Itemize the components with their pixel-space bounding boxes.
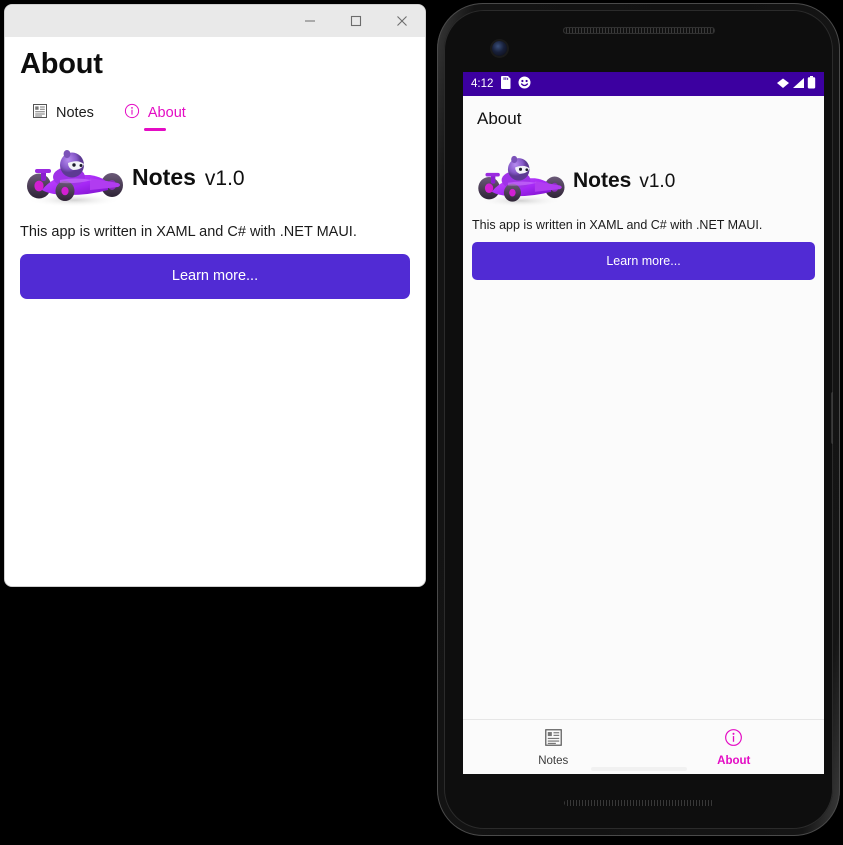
app-name: Notes	[132, 164, 196, 191]
dotnet-bot-race-car-logo	[472, 153, 569, 209]
screenshot-root: About Notes About Notes v1.0 This app is…	[0, 0, 843, 845]
desktop-tab-bar: Notes About	[20, 103, 410, 131]
phone-screen: 4:12 About Notes v1.0 This app is writte…	[463, 72, 824, 774]
phone-bezel: 4:12 About Notes v1.0 This app is writte…	[444, 10, 833, 829]
maximize-button[interactable]	[333, 5, 379, 37]
minimize-button[interactable]	[287, 5, 333, 37]
tab-about-underline	[143, 127, 166, 131]
sd-card-icon	[500, 76, 511, 92]
tab-about-label: About	[717, 754, 751, 767]
android-phone-device: 4:12 About Notes v1.0 This app is writte…	[437, 3, 840, 836]
dotnet-bot-race-car-logo	[20, 147, 128, 209]
tab-notes-label: Notes	[538, 754, 569, 767]
close-button[interactable]	[379, 5, 425, 37]
app-version: v1.0	[204, 167, 245, 191]
tab-about[interactable]: About	[644, 720, 825, 774]
phone-content-area: Notes v1.0 This app is written in XAML a…	[463, 142, 824, 719]
info-circle-icon	[124, 103, 140, 124]
tab-about-label: About	[147, 105, 186, 122]
page-title: About	[20, 48, 103, 80]
wifi-icon	[776, 77, 790, 92]
app-bar-title: About	[477, 109, 522, 128]
power-button[interactable]	[831, 392, 833, 444]
app-version: v1.0	[639, 171, 676, 192]
earpiece-speaker-grille	[562, 27, 715, 34]
status-bar-clock: 4:12	[471, 78, 494, 90]
window-body: About Notes About Notes v1.0 This app is…	[5, 37, 425, 586]
tab-notes-underline	[52, 128, 74, 131]
tab-notes[interactable]: Notes	[463, 720, 644, 774]
emoji-smiley-icon	[518, 76, 531, 92]
info-circle-icon	[724, 728, 743, 752]
learn-more-button[interactable]: Learn more...	[20, 253, 410, 299]
about-hero: Notes v1.0	[472, 153, 815, 209]
battery-icon	[807, 76, 816, 92]
learn-more-button[interactable]: Learn more...	[472, 242, 815, 280]
window-titlebar[interactable]	[5, 5, 425, 37]
android-bottom-tab-bar: Notes About	[463, 719, 824, 774]
app-description: This app is written in XAML and C# with …	[472, 218, 763, 232]
tab-notes-label: Notes	[56, 105, 94, 122]
bottom-speaker-grille	[563, 800, 714, 806]
android-status-bar: 4:12	[463, 72, 824, 96]
tab-about[interactable]: About	[124, 103, 186, 131]
about-hero: Notes v1.0	[20, 147, 410, 209]
tab-notes[interactable]: Notes	[32, 103, 94, 131]
front-camera-icon	[492, 41, 507, 56]
desktop-app-window: About Notes About Notes v1.0 This app is…	[4, 4, 426, 587]
android-gesture-bar[interactable]	[590, 767, 687, 771]
notes-list-icon	[544, 728, 563, 752]
cellular-signal-icon	[792, 77, 805, 92]
app-name: Notes	[573, 169, 632, 192]
notes-list-icon	[32, 103, 48, 124]
app-description: This app is written in XAML and C# with …	[20, 223, 357, 240]
android-app-bar: About	[463, 96, 824, 142]
